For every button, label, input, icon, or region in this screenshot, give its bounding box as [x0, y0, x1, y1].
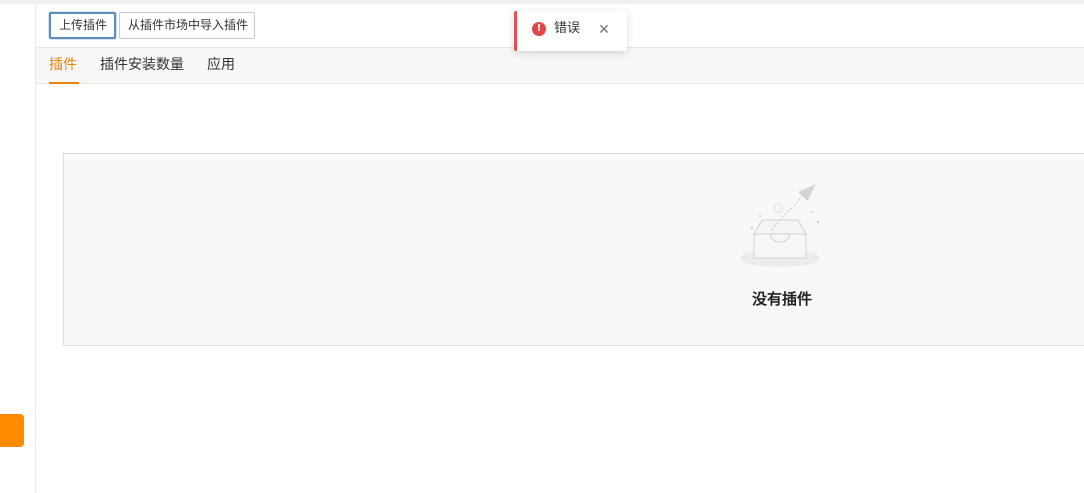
tab-apps[interactable]: 应用	[207, 48, 239, 84]
left-rail	[0, 4, 36, 493]
error-toast: ! 错误 ✕	[514, 11, 627, 51]
sidebar-collapse-handle[interactable]	[0, 414, 24, 447]
close-icon[interactable]: ✕	[597, 21, 611, 39]
import-from-market-button[interactable]: 从插件市场中导入插件	[119, 12, 255, 39]
tab-plugin-install-count[interactable]: 插件安装数量	[100, 48, 190, 84]
plugin-tabs: 插件 插件安装数量 应用	[36, 48, 1084, 84]
empty-state-panel: 没有插件	[63, 153, 1084, 346]
empty-inbox-paper-plane-icon	[740, 184, 820, 267]
error-circle-icon: !	[532, 22, 546, 36]
tab-plugins[interactable]: 插件	[49, 48, 79, 84]
upload-plugin-button[interactable]: 上传插件	[49, 12, 116, 39]
toast-message: 错误	[554, 21, 581, 36]
empty-state-message: 没有插件	[751, 290, 812, 308]
